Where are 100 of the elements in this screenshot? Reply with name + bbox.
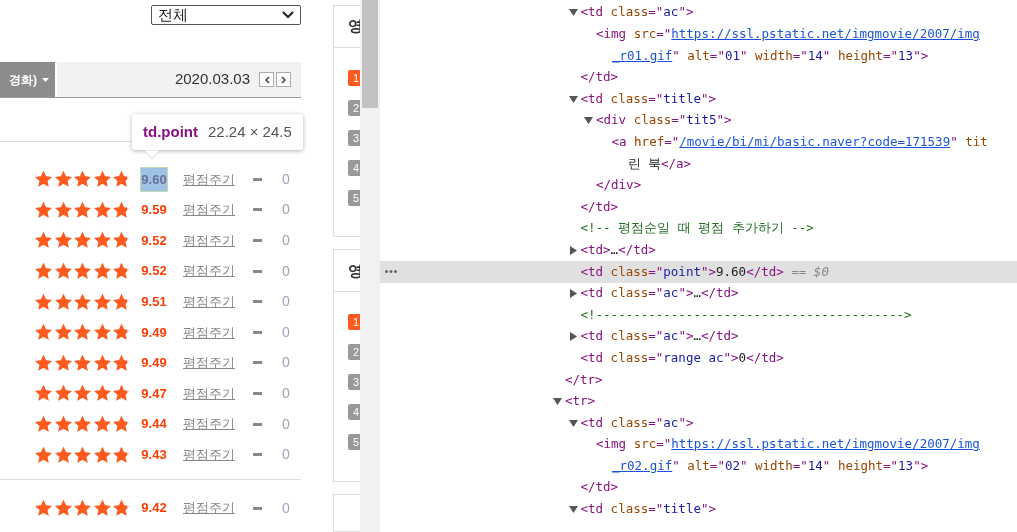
expanded-arrow-icon[interactable] xyxy=(553,397,562,406)
code-line: _r01.gif" alt="01" width="14" height="13"> xyxy=(612,46,929,65)
star-icon xyxy=(112,231,131,250)
expanded-arrow-icon[interactable] xyxy=(568,504,578,514)
rating-score: 9.49 xyxy=(140,354,168,373)
star-icon xyxy=(53,231,73,250)
star-icon xyxy=(73,353,92,372)
code-line: </div> xyxy=(596,176,642,195)
rank-change: 0 xyxy=(282,292,290,312)
star-icon xyxy=(92,353,112,372)
collapsed-arrow-icon[interactable] xyxy=(568,332,578,342)
rank-change: 0 xyxy=(282,414,290,434)
star-icon xyxy=(112,262,131,281)
code-line: <img src="https://ssl.pstatic.net/imgmovie/2007/img xyxy=(596,25,980,43)
star-icon xyxy=(73,415,92,434)
star-icon xyxy=(92,445,112,464)
code-line: </td> xyxy=(580,197,619,216)
star-icon xyxy=(112,170,131,189)
code-line: </tr> xyxy=(565,370,603,389)
collapsed-arrow-icon[interactable] xyxy=(568,289,578,298)
code-line: <img src="https://ssl.pstatic.net/imgmovie/2007/img xyxy=(596,435,980,454)
scrollbar[interactable] xyxy=(360,0,380,532)
star-icon xyxy=(73,200,92,219)
rating-score: 9.51 xyxy=(140,292,168,311)
rate-link[interactable]: 평점주기 xyxy=(183,322,235,342)
rank-change: 0 xyxy=(282,498,290,518)
star-icon xyxy=(34,415,53,434)
rate-link[interactable]: 평점주기 xyxy=(183,498,235,518)
star-icon xyxy=(73,445,92,464)
rank-badge: 1 xyxy=(348,70,360,86)
star-icon xyxy=(92,262,112,281)
code-line: 린 북</a> xyxy=(627,154,692,173)
star-icon xyxy=(34,445,53,464)
rank-change: 0 xyxy=(282,169,290,189)
rate-link[interactable]: 평점주기 xyxy=(183,383,235,404)
rank-change: 0 xyxy=(282,261,290,281)
rate-link[interactable]: 평점주기 xyxy=(183,414,235,434)
code-line: <td class="ac"> xyxy=(580,3,694,22)
star-icon xyxy=(73,323,92,342)
star-icon xyxy=(34,200,53,219)
rating-score: 9.52 xyxy=(140,231,168,250)
star-icon xyxy=(92,292,112,311)
rate-link[interactable]: 평점주기 xyxy=(183,261,235,281)
rank-change: 0 xyxy=(282,231,290,250)
star-icon xyxy=(112,415,131,434)
rating-score: 9.49 xyxy=(140,323,168,342)
rank-badge: 5 xyxy=(348,434,360,451)
expanded-arrow-icon[interactable] xyxy=(568,8,578,18)
no-change-icon xyxy=(253,506,262,510)
star-icon xyxy=(73,384,92,403)
star-icon xyxy=(53,353,73,372)
next-date-button[interactable] xyxy=(276,72,291,87)
chevron-down-icon xyxy=(282,11,294,19)
star-icon xyxy=(53,262,73,281)
collapsed-arrow-icon[interactable] xyxy=(568,245,578,255)
star-icon xyxy=(92,200,112,219)
filter-select[interactable]: 전체 xyxy=(151,5,301,25)
code-line: <td>…</td> xyxy=(580,240,656,259)
previous-date-button[interactable] xyxy=(259,72,274,87)
category-tab[interactable]: 경화) xyxy=(0,62,55,97)
rate-link[interactable]: 평점주기 xyxy=(183,291,235,312)
code-line: <td class="range ac">0</td> xyxy=(580,348,784,367)
rank-change: 0 xyxy=(282,322,290,342)
star-icon xyxy=(92,323,112,342)
rank-change: 0 xyxy=(282,383,290,403)
rate-link[interactable]: 평점주기 xyxy=(183,444,235,465)
code-line: <!-----------------------------------------> xyxy=(580,305,912,324)
code-line: <a href="/movie/bi/mi/basic.naver?code=171539" tit xyxy=(611,133,988,151)
star-icon xyxy=(53,292,73,311)
star-icon xyxy=(34,231,53,250)
star-icon xyxy=(112,323,131,342)
rank-badge: 2 xyxy=(348,344,360,361)
star-icon xyxy=(92,170,112,189)
expanded-arrow-icon[interactable] xyxy=(568,418,578,428)
star-icon xyxy=(73,231,92,250)
expanded-arrow-icon[interactable] xyxy=(568,94,578,104)
star-icon xyxy=(112,200,131,219)
rate-link[interactable]: 평점주기 xyxy=(183,200,235,220)
star-icon xyxy=(53,384,73,403)
rank-change: 0 xyxy=(282,445,290,465)
rating-score: 9.60 xyxy=(140,166,168,192)
no-change-icon xyxy=(253,453,262,457)
code-line: <!-- 평점순일 때 평점 추가하기 --> xyxy=(580,219,814,238)
rate-link[interactable]: 평점주기 xyxy=(183,169,235,190)
no-change-icon xyxy=(253,269,262,273)
star-icon xyxy=(112,499,131,518)
rate-link[interactable]: 평점주기 xyxy=(183,230,235,251)
star-icon xyxy=(92,415,112,434)
star-icon xyxy=(53,323,73,342)
star-icon xyxy=(34,499,53,518)
tooltip-selector: td.point xyxy=(143,121,198,142)
more-icon[interactable] xyxy=(385,270,397,274)
no-change-icon xyxy=(253,330,262,334)
star-icon xyxy=(53,445,73,464)
rank-badge: 4 xyxy=(348,404,360,421)
rate-link[interactable]: 평점주기 xyxy=(183,353,235,373)
expanded-arrow-icon[interactable] xyxy=(584,116,593,126)
rank-badge: 1 xyxy=(348,314,360,331)
code-line: _r02.gif" alt="02" width="14" height="13"> xyxy=(612,456,929,475)
no-change-icon xyxy=(253,300,262,304)
